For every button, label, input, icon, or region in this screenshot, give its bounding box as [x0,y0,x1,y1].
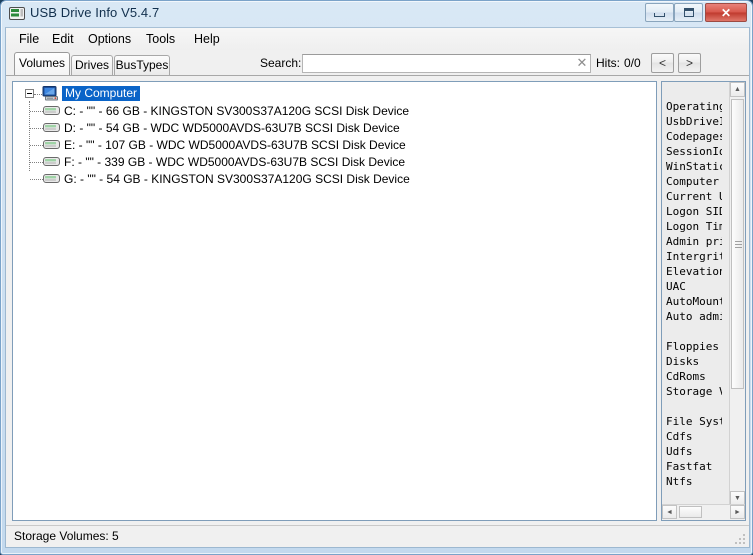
tree-connector [34,94,42,96]
maximize-icon [675,4,702,21]
menu-item-options[interactable]: Options [81,31,138,48]
tab-strip-divider [6,75,749,76]
collapse-icon[interactable] [25,89,34,98]
disk-drive-icon [43,140,60,149]
hits-label: Hits: [596,56,620,70]
disk-drive-icon [43,123,60,132]
next-hit-button[interactable]: > [678,53,701,73]
scrollbar-grip [735,241,742,248]
window-title: USB Drive Info V5.4.7 [30,5,160,20]
clear-search-icon[interactable]: ✕ [575,56,589,70]
menu-item-edit[interactable]: Edit [45,31,81,48]
application-window: USB Drive Info V5.4.7 ✕ File Edit Option… [0,0,753,555]
resize-grip-icon[interactable] [734,533,746,545]
tree-connector [30,128,43,130]
tab-and-search-row: Volumes Drives BusTypes Search: ✕ Hits: … [6,50,749,78]
vertical-scrollbar-thumb[interactable] [731,99,744,389]
menu-item-file[interactable]: File [12,31,46,48]
maximize-button[interactable] [674,3,703,22]
system-info-panel[interactable]: === Operating UsbDriveI Codepages Sessio… [661,81,746,521]
minimize-button[interactable] [645,3,674,22]
system-info-text: === Operating UsbDriveI Codepages Sessio… [666,100,722,488]
client-area: File Edit Options Tools Help Volumes Dri… [5,27,750,548]
close-icon: ✕ [720,5,732,20]
drive-label: G: - "" - 54 GB - KINGSTON SV300S37A120G… [64,172,410,186]
title-bar[interactable]: USB Drive Info V5.4.7 ✕ [1,1,753,27]
disk-drive-icon [43,157,60,166]
scroll-up-icon[interactable]: ▲ [730,82,745,97]
disk-drive-icon [43,174,60,183]
menu-item-tools[interactable]: Tools [139,31,182,48]
close-button[interactable]: ✕ [705,3,747,22]
status-bar: Storage Volumes: 5 [6,525,749,547]
drive-label: F: - "" - 339 GB - WDC WD5000AVDS-63U7B … [64,155,406,169]
hits-value: 0/0 [624,56,641,70]
info-horizontal-scrollbar[interactable]: ◄ ► [662,504,745,520]
scroll-left-icon[interactable]: ◄ [662,505,677,519]
tree-connector [30,111,43,113]
tab-volumes[interactable]: Volumes [14,52,70,75]
volumes-tree-panel[interactable]: My Computer C: - "" - 66 GB - KINGSTON S… [12,81,657,521]
drive-label: E: - "" - 107 GB - WDC WD5000AVDS-63U7B … [64,138,406,152]
tab-drives[interactable]: Drives [71,55,113,75]
search-input[interactable] [302,54,591,73]
tree-connector [30,145,43,147]
drive-icon [9,7,25,20]
info-vertical-scrollbar[interactable]: ▲ ▼ [729,82,745,506]
menu-bar: File Edit Options Tools Help [6,28,749,51]
menu-item-help[interactable]: Help [187,31,227,48]
tab-bustypes[interactable]: BusTypes [114,55,170,75]
previous-hit-button[interactable]: < [651,53,674,73]
drive-label: D: - "" - 54 GB - WDC WD5000AVDS-63U7B S… [64,121,400,135]
drive-label: C: - "" - 66 GB - KINGSTON SV300S37A120G… [64,104,410,118]
search-label: Search: [260,56,302,70]
tree-root-label[interactable]: My Computer [62,86,141,101]
minimize-icon [646,4,673,21]
my-computer-icon [42,86,58,101]
disk-drive-icon [43,106,60,115]
status-text: Storage Volumes: 5 [14,529,119,543]
horizontal-scrollbar-thumb[interactable] [679,506,702,518]
tree-connector [30,179,43,181]
tree-connector [30,162,43,164]
scroll-right-icon[interactable]: ► [730,505,745,519]
